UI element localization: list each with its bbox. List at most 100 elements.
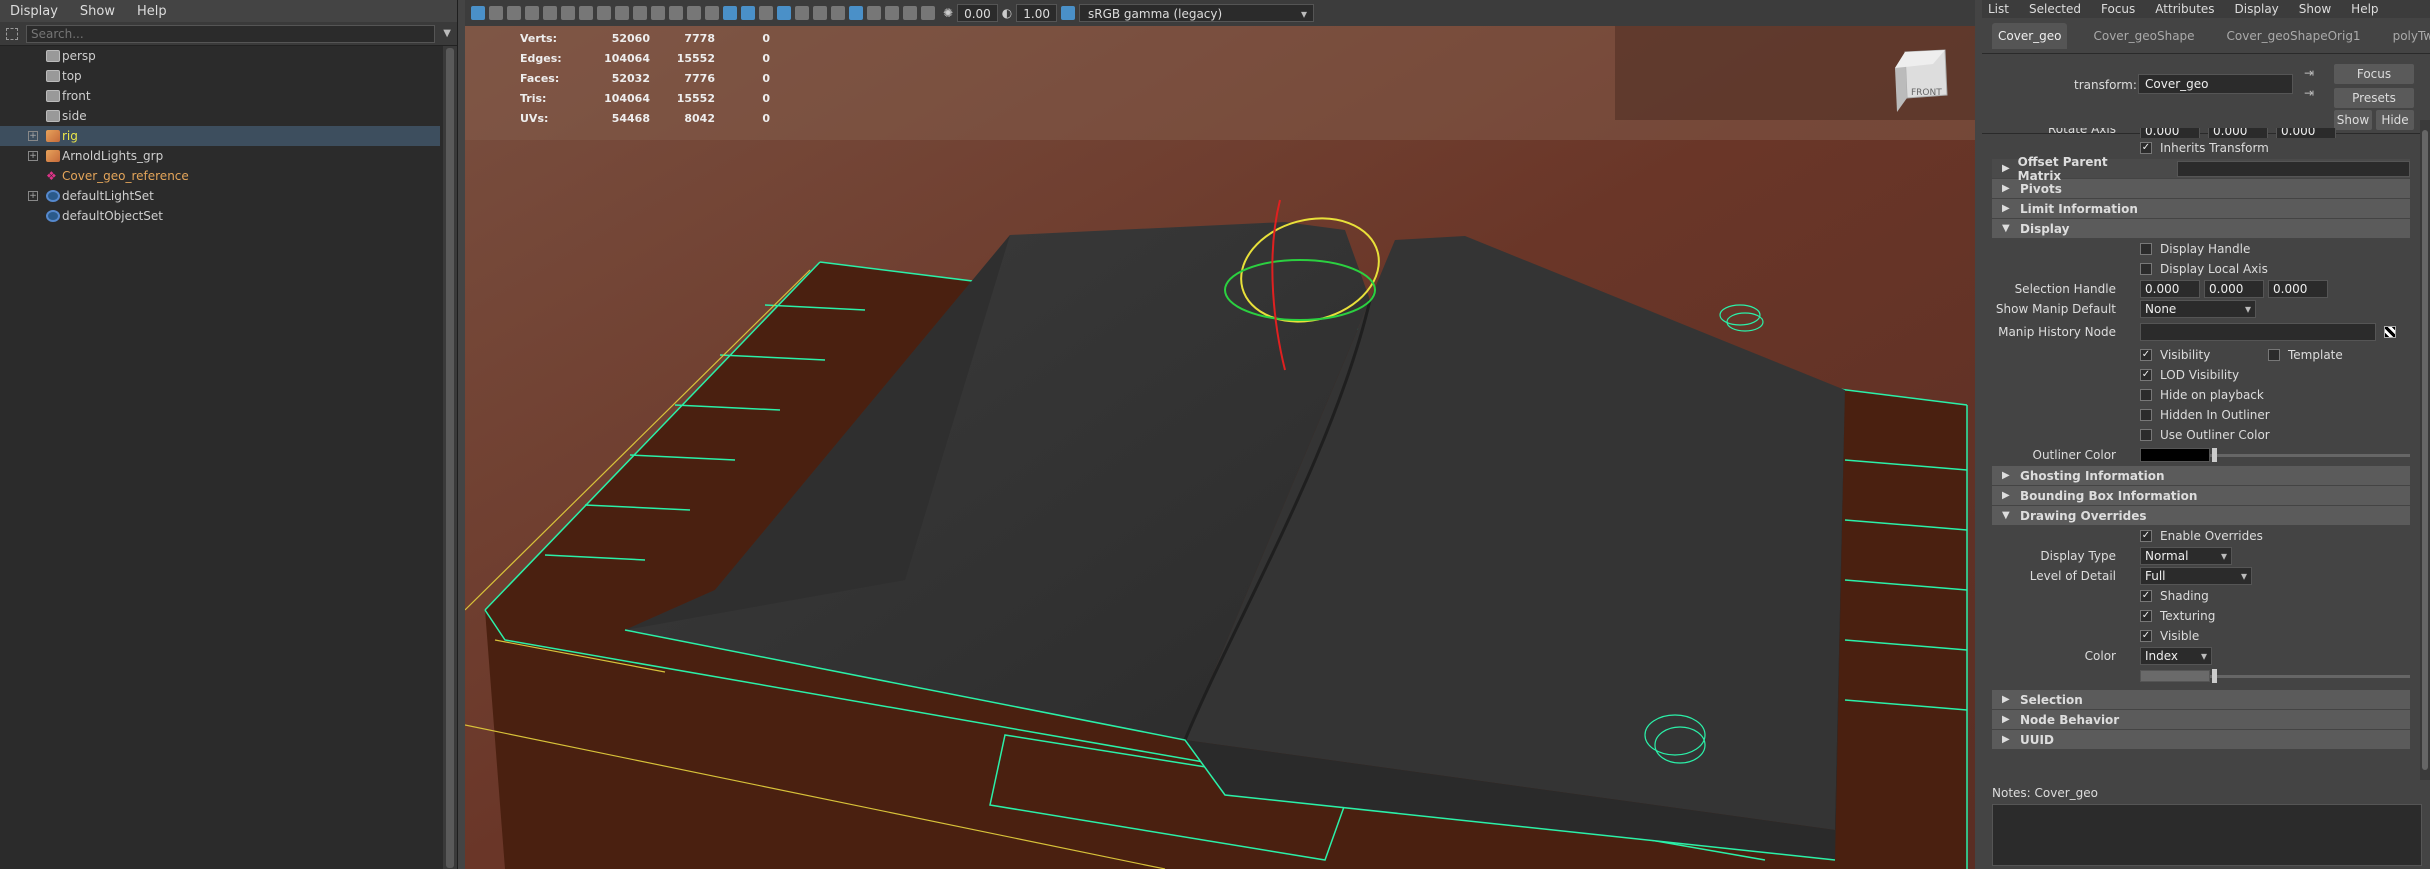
visibility-checkbox[interactable]: ✓ (2140, 349, 2152, 361)
section-bounding-box[interactable]: ▶ Bounding Box Information (1992, 486, 2410, 505)
texturing-checkbox[interactable]: ✓ (2140, 610, 2152, 622)
viewport-panel[interactable]: ✺ 0.00 ◐ 1.00 sRGB gamma (legacy) ▾ FRON… (465, 0, 1975, 869)
override-color-swatch[interactable] (2140, 670, 2210, 682)
rotate-axis-z[interactable]: 0.000 (2276, 128, 2336, 138)
hide-button[interactable]: Hide (2376, 110, 2414, 130)
outliner-scrollbar[interactable] (443, 46, 457, 869)
display-type-dropdown[interactable]: Normal (2140, 547, 2232, 565)
bookmark-icon[interactable] (507, 6, 521, 20)
section-uuid[interactable]: ▶ UUID (1992, 730, 2410, 749)
outliner-item[interactable]: + defaultLightSet (0, 186, 440, 206)
wireframe-icon[interactable] (705, 6, 719, 20)
override-color-dropdown[interactable]: Index (2140, 647, 2212, 665)
smooth-shade-icon[interactable] (723, 6, 737, 20)
show-manip-dropdown[interactable]: None (2140, 300, 2256, 318)
exposure-field[interactable]: 0.00 (957, 4, 998, 22)
hidden-in-outliner-checkbox[interactable] (2140, 409, 2152, 421)
isolate-select-icon[interactable] (867, 6, 881, 20)
section-pivots[interactable]: ▶ Pivots (1992, 179, 2410, 198)
outliner-color-slider[interactable] (2210, 447, 2410, 462)
inherits-transform-checkbox[interactable]: ✓ (2140, 142, 2152, 154)
lights-icon[interactable] (777, 6, 791, 20)
camera-attributes-icon[interactable] (489, 6, 503, 20)
ambient-occlusion-icon[interactable] (813, 6, 827, 20)
menu-help[interactable]: Help (137, 4, 167, 19)
go-to-output-icon[interactable]: ⇥ (2304, 86, 2314, 100)
viewport-scene[interactable]: FRONT (465, 0, 1975, 869)
shading-checkbox[interactable]: ✓ (2140, 590, 2152, 602)
colorspace-dropdown[interactable]: sRGB gamma (legacy) (1078, 4, 1314, 23)
display-local-axis-checkbox[interactable] (2140, 263, 2152, 275)
grease-pencil-icon[interactable] (561, 6, 575, 20)
anti-aliasing-icon[interactable] (849, 6, 863, 20)
show-button[interactable]: Show (2334, 110, 2372, 130)
presets-button[interactable]: Presets (2334, 88, 2414, 108)
ae-menu-selected[interactable]: Selected (2029, 2, 2081, 16)
motion-blur-icon[interactable] (831, 6, 845, 20)
tab-cover-geo-shape[interactable]: Cover_geoShape (2087, 23, 2200, 49)
template-checkbox[interactable] (2268, 349, 2280, 361)
ae-menu-focus[interactable]: Focus (2101, 2, 2135, 16)
select-node-icon[interactable]: ⇥ (2304, 66, 2314, 80)
tab-cover-geo[interactable]: Cover_geo (1992, 22, 2068, 49)
outliner-item[interactable]: + rig (0, 126, 440, 146)
section-node-behavior[interactable]: ▶ Node Behavior (1992, 710, 2410, 729)
manip-history-field[interactable] (2140, 323, 2376, 341)
section-selection[interactable]: ▶ Selection (1992, 690, 2410, 709)
outliner-item[interactable]: front (0, 86, 440, 106)
wireframe-on-shaded-icon[interactable] (741, 6, 755, 20)
level-of-detail-dropdown[interactable]: Full (2140, 567, 2252, 585)
xray-components-icon[interactable] (921, 6, 935, 20)
expand-icon[interactable]: + (28, 191, 38, 201)
select-camera-icon[interactable] (471, 6, 485, 20)
notes-textarea[interactable] (1992, 804, 2422, 866)
ae-menu-attributes[interactable]: Attributes (2155, 2, 2214, 16)
outliner-color-swatch[interactable] (2140, 448, 2210, 462)
section-drawing-overrides[interactable]: ▼ Drawing Overrides (1992, 506, 2410, 525)
transform-name-field[interactable]: Cover_geo (2138, 74, 2293, 94)
safe-title-icon[interactable] (687, 6, 701, 20)
visible-checkbox[interactable]: ✓ (2140, 630, 2152, 642)
outliner-item[interactable]: ❖ Cover_geo_reference (0, 166, 440, 186)
field-chart-icon[interactable] (651, 6, 665, 20)
search-options-icon[interactable]: ▼ (443, 28, 451, 39)
outliner-item[interactable]: defaultObjectSet (0, 206, 440, 226)
xray-joints-icon[interactable] (903, 6, 917, 20)
section-ghosting[interactable]: ▶ Ghosting Information (1992, 466, 2410, 485)
section-display[interactable]: ▼ Display (1992, 219, 2410, 238)
color-management-icon[interactable] (1060, 6, 1075, 20)
selection-handle-z[interactable]: 0.000 (2268, 280, 2328, 298)
section-limit-information[interactable]: ▶ Limit Information (1992, 199, 2410, 218)
display-handle-checkbox[interactable] (2140, 243, 2152, 255)
safe-action-icon[interactable] (669, 6, 683, 20)
tab-cover-geo-shape-orig[interactable]: Cover_geoShapeOrig1 (2221, 23, 2367, 49)
rotate-axis-y[interactable]: 0.000 (2208, 128, 2268, 138)
outliner-item[interactable]: side (0, 106, 440, 126)
focus-button[interactable]: Focus (2334, 64, 2414, 84)
expand-icon[interactable]: + (28, 151, 38, 161)
resolution-gate-icon[interactable] (615, 6, 629, 20)
ae-menu-list[interactable]: List (1988, 2, 2009, 16)
textured-icon[interactable] (759, 6, 773, 20)
section-offset-parent-matrix[interactable]: ▶ Offset Parent Matrix (1992, 155, 2410, 183)
ae-menu-display[interactable]: Display (2235, 2, 2279, 16)
film-gate-icon[interactable] (597, 6, 611, 20)
tab-poly-tweak-uv[interactable]: polyTweakUV (2387, 23, 2430, 49)
ae-scrollbar[interactable] (2420, 120, 2430, 780)
ae-menu-show[interactable]: Show (2299, 2, 2331, 16)
outliner-item[interactable]: top (0, 66, 440, 86)
grid-icon[interactable] (579, 6, 593, 20)
outliner-search-input[interactable] (26, 24, 436, 43)
hide-on-playback-checkbox[interactable] (2140, 389, 2152, 401)
override-color-slider[interactable] (2210, 668, 2410, 683)
menu-show[interactable]: Show (80, 4, 115, 19)
enable-overrides-checkbox[interactable]: ✓ (2140, 530, 2152, 542)
outliner-item[interactable]: persp (0, 46, 440, 66)
image-plane-icon[interactable] (525, 6, 539, 20)
selection-handle-y[interactable]: 0.000 (2204, 280, 2264, 298)
shadows-icon[interactable] (795, 6, 809, 20)
use-outliner-color-checkbox[interactable] (2140, 429, 2152, 441)
menu-display[interactable]: Display (10, 4, 58, 19)
rotate-axis-x[interactable]: 0.000 (2140, 128, 2200, 138)
selection-handle-x[interactable]: 0.000 (2140, 280, 2200, 298)
